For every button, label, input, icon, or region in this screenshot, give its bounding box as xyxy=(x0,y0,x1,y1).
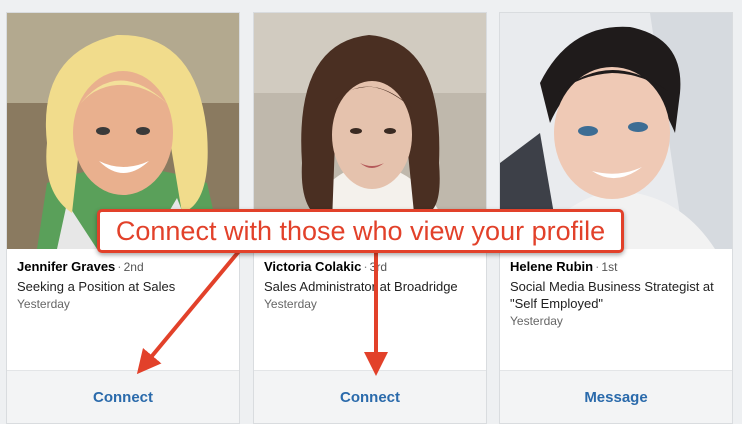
profile-name[interactable]: Victoria Colakic xyxy=(264,259,361,274)
connection-degree: 1st xyxy=(601,260,618,274)
separator-dot: · xyxy=(363,259,368,274)
profile-headline: Social Media Business Strategist at "Sel… xyxy=(510,279,714,311)
view-time: Yesterday xyxy=(510,314,563,328)
separator-dot: · xyxy=(595,259,600,274)
profile-name[interactable]: Jennifer Graves xyxy=(17,259,115,274)
profile-name[interactable]: Helene Rubin xyxy=(510,259,593,274)
view-time: Yesterday xyxy=(264,297,317,311)
view-time: Yesterday xyxy=(17,297,70,311)
separator-dot: · xyxy=(117,259,122,274)
connect-button[interactable]: Connect xyxy=(7,370,239,423)
profile-headline: Seeking a Position at Sales xyxy=(17,279,176,294)
connect-button[interactable]: Connect xyxy=(254,370,486,423)
connection-degree: 3rd xyxy=(369,260,387,274)
profile-headline: Sales Administrator at Broadridge xyxy=(264,279,458,294)
message-button[interactable]: Message xyxy=(500,370,732,423)
connection-degree: 2nd xyxy=(123,260,144,274)
annotation-callout: Connect with those who view your profile xyxy=(97,209,624,253)
